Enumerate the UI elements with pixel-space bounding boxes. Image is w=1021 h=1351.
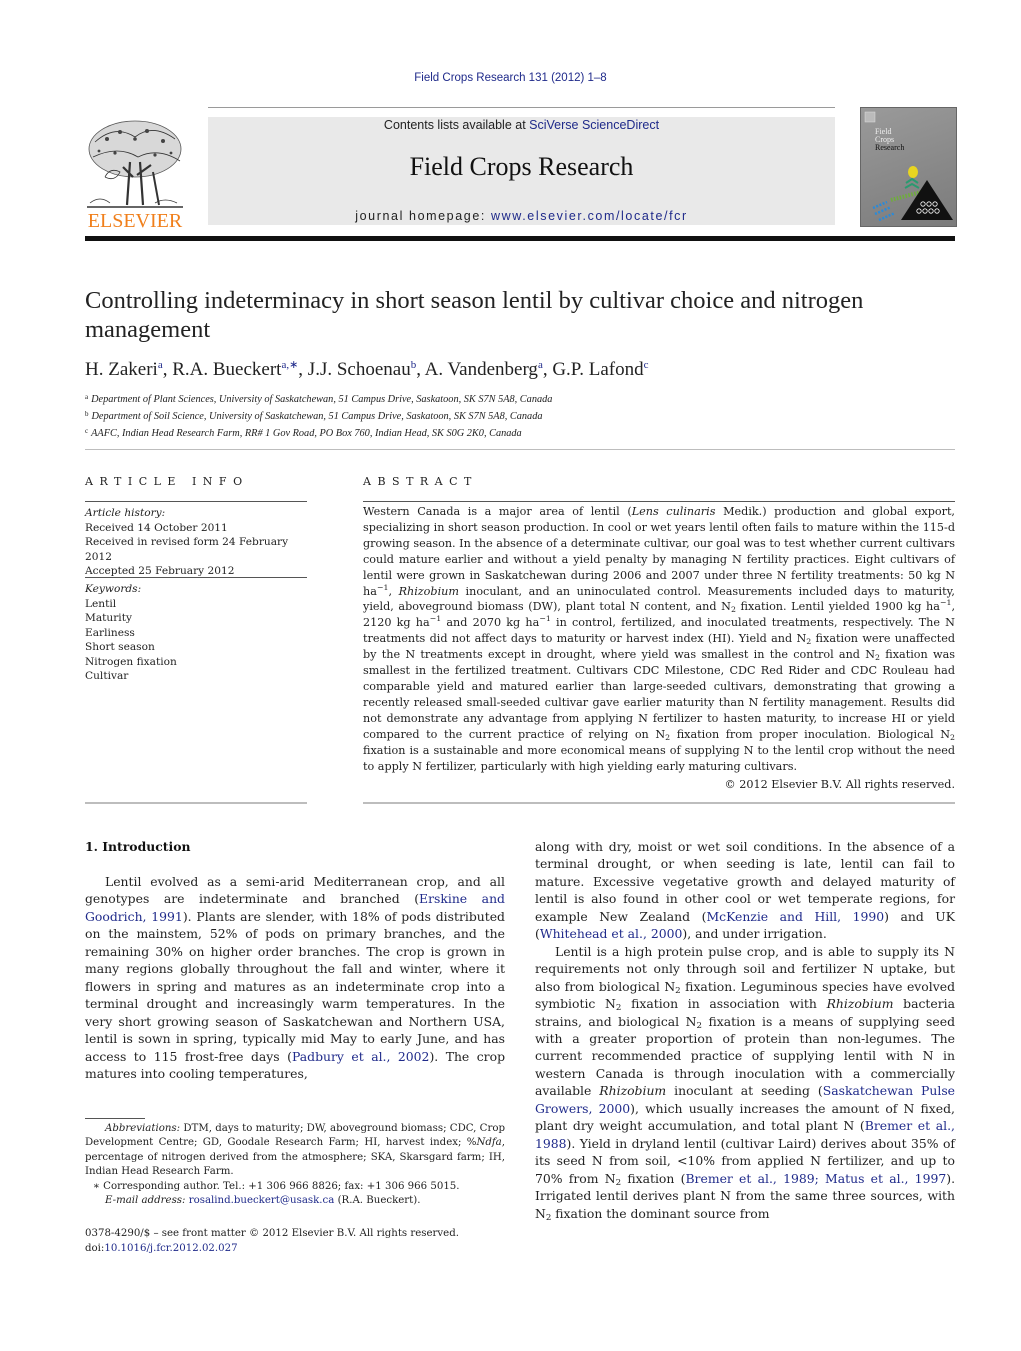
abstract-text: Western Canada is a major area of lentil… — [363, 505, 955, 773]
keyword: Short season — [85, 641, 155, 653]
email-footnote: E-mail address: rosalind.bueckert@usask.… — [105, 1195, 421, 1207]
body-column-right: along with dry, moist or wet soil condit… — [535, 838, 955, 1222]
author[interactable]: H. Zakeria — [85, 359, 163, 380]
abstract-heading: ABSTRACT — [363, 475, 478, 488]
citation-link[interactable]: Padbury et al., 2002 — [292, 1049, 429, 1064]
keyword: Maturity — [85, 612, 132, 624]
corresponding-author-footnote: ∗ Corresponding author. Tel.: +1 306 966… — [93, 1180, 460, 1192]
keywords-rule — [85, 577, 307, 578]
journal-homepage-link[interactable]: www.elsevier.com/locate/fcr — [491, 209, 688, 223]
abstract-bottom-rule — [363, 802, 955, 804]
article-info-bottom-rule — [85, 802, 307, 804]
history-revised: Received in revised form 24 February 201… — [85, 536, 289, 563]
keywords: Keywords: Lentil Maturity Earliness Shor… — [85, 582, 307, 684]
header-thick-rule — [85, 236, 955, 241]
paragraph: Lentil is a high protein pulse crop, and… — [535, 943, 956, 1223]
affiliation: b Department of Soil Science, University … — [85, 410, 543, 422]
header-divider — [208, 107, 835, 108]
journal-homepage-line: journal homepage: www.elsevier.com/locat… — [208, 209, 835, 223]
doi-line: doi:10.1016/j.fcr.2012.02.027 — [85, 1243, 238, 1254]
elsevier-tree-icon: ELSEVIER — [87, 120, 183, 232]
author[interactable]: G.P. Lafondc — [552, 359, 648, 380]
author[interactable]: R.A. Bueckerta,∗ — [172, 359, 298, 380]
section-heading-introduction: 1. Introduction — [85, 839, 191, 854]
affiliation: a Department of Plant Sciences, Universit… — [85, 393, 553, 405]
article-info-rule — [85, 501, 307, 502]
journal-reference[interactable]: Field Crops Research 131 (2012) 1–8 — [0, 72, 1021, 84]
abbreviations-footnote: Abbreviations: DTM, days to maturity; DW… — [85, 1123, 505, 1178]
article-title: Controlling indeterminacy in short seaso… — [85, 287, 864, 343]
affiliation: c AAFC, Indian Head Research Farm, RR# 1 … — [85, 427, 522, 439]
affiliations: a Department of Plant Sciences, Universit… — [85, 390, 955, 441]
body-column-left: Lentil evolved as a semi-arid Mediterran… — [85, 873, 505, 1082]
keyword: Earliness — [85, 626, 135, 639]
author-list: H. Zakeria, R.A. Bueckerta,∗, J.J. Schoe… — [85, 359, 649, 380]
citation-link[interactable]: Bremer et al., 1989; Matus et al., 1997 — [685, 1171, 946, 1186]
issn-copyright: 0378-4290/$ – see front matter © 2012 El… — [85, 1228, 459, 1239]
title-divider — [85, 449, 955, 450]
history-received: Received 14 October 2011 — [85, 521, 228, 534]
abstract-rule — [363, 501, 955, 502]
contents-prefix: Contents lists available at — [383, 118, 530, 132]
svg-text:Research: Research — [875, 143, 904, 152]
front-matter: 0378-4290/$ – see front matter © 2012 El… — [85, 1226, 505, 1256]
journal-cover-thumbnail[interactable]: Field Crops Research — [860, 107, 957, 227]
keyword: Nitrogen fixation — [85, 655, 177, 668]
article-history-label: Article history: — [85, 507, 166, 519]
sciencedirect-link[interactable]: SciVerse ScienceDirect — [529, 118, 659, 132]
citation-link[interactable]: McKenzie and Hill, 1990 — [706, 909, 884, 924]
cover-artwork-icon: Field Crops Research — [864, 111, 953, 222]
author[interactable]: J.J. Schoenaub — [308, 359, 416, 380]
elsevier-logo[interactable]: ELSEVIER — [85, 117, 185, 232]
article-info-heading: ARTICLE INFO — [85, 475, 249, 488]
journal-title: Field Crops Research — [409, 152, 634, 181]
keyword: Cultivar — [85, 670, 129, 682]
author[interactable]: A. Vandenberga — [425, 359, 543, 380]
homepage-prefix: journal homepage: — [355, 209, 492, 223]
abstract-copyright: © 2012 Elsevier B.V. All rights reserved… — [724, 778, 955, 791]
footnote-rule — [85, 1118, 145, 1119]
paragraph: along with dry, moist or wet soil condit… — [535, 839, 955, 942]
keyword: Lentil — [85, 597, 117, 610]
doi-link[interactable]: 10.1016/j.fcr.2012.02.027 — [104, 1243, 237, 1254]
keywords-label: Keywords: — [85, 583, 142, 595]
article-history: Article history: Received 14 October 201… — [85, 506, 307, 579]
elsevier-wordmark: ELSEVIER — [88, 210, 183, 230]
contents-line: Contents lists available at SciVerse Sci… — [208, 118, 835, 132]
footnotes: Abbreviations: DTM, days to maturity; DW… — [85, 1122, 505, 1208]
author-email-link[interactable]: rosalind.bueckert@usask.ca — [189, 1195, 335, 1206]
paragraph: Lentil evolved as a semi-arid Mediterran… — [85, 874, 506, 1081]
citation-link[interactable]: Whitehead et al., 2000 — [540, 926, 683, 941]
